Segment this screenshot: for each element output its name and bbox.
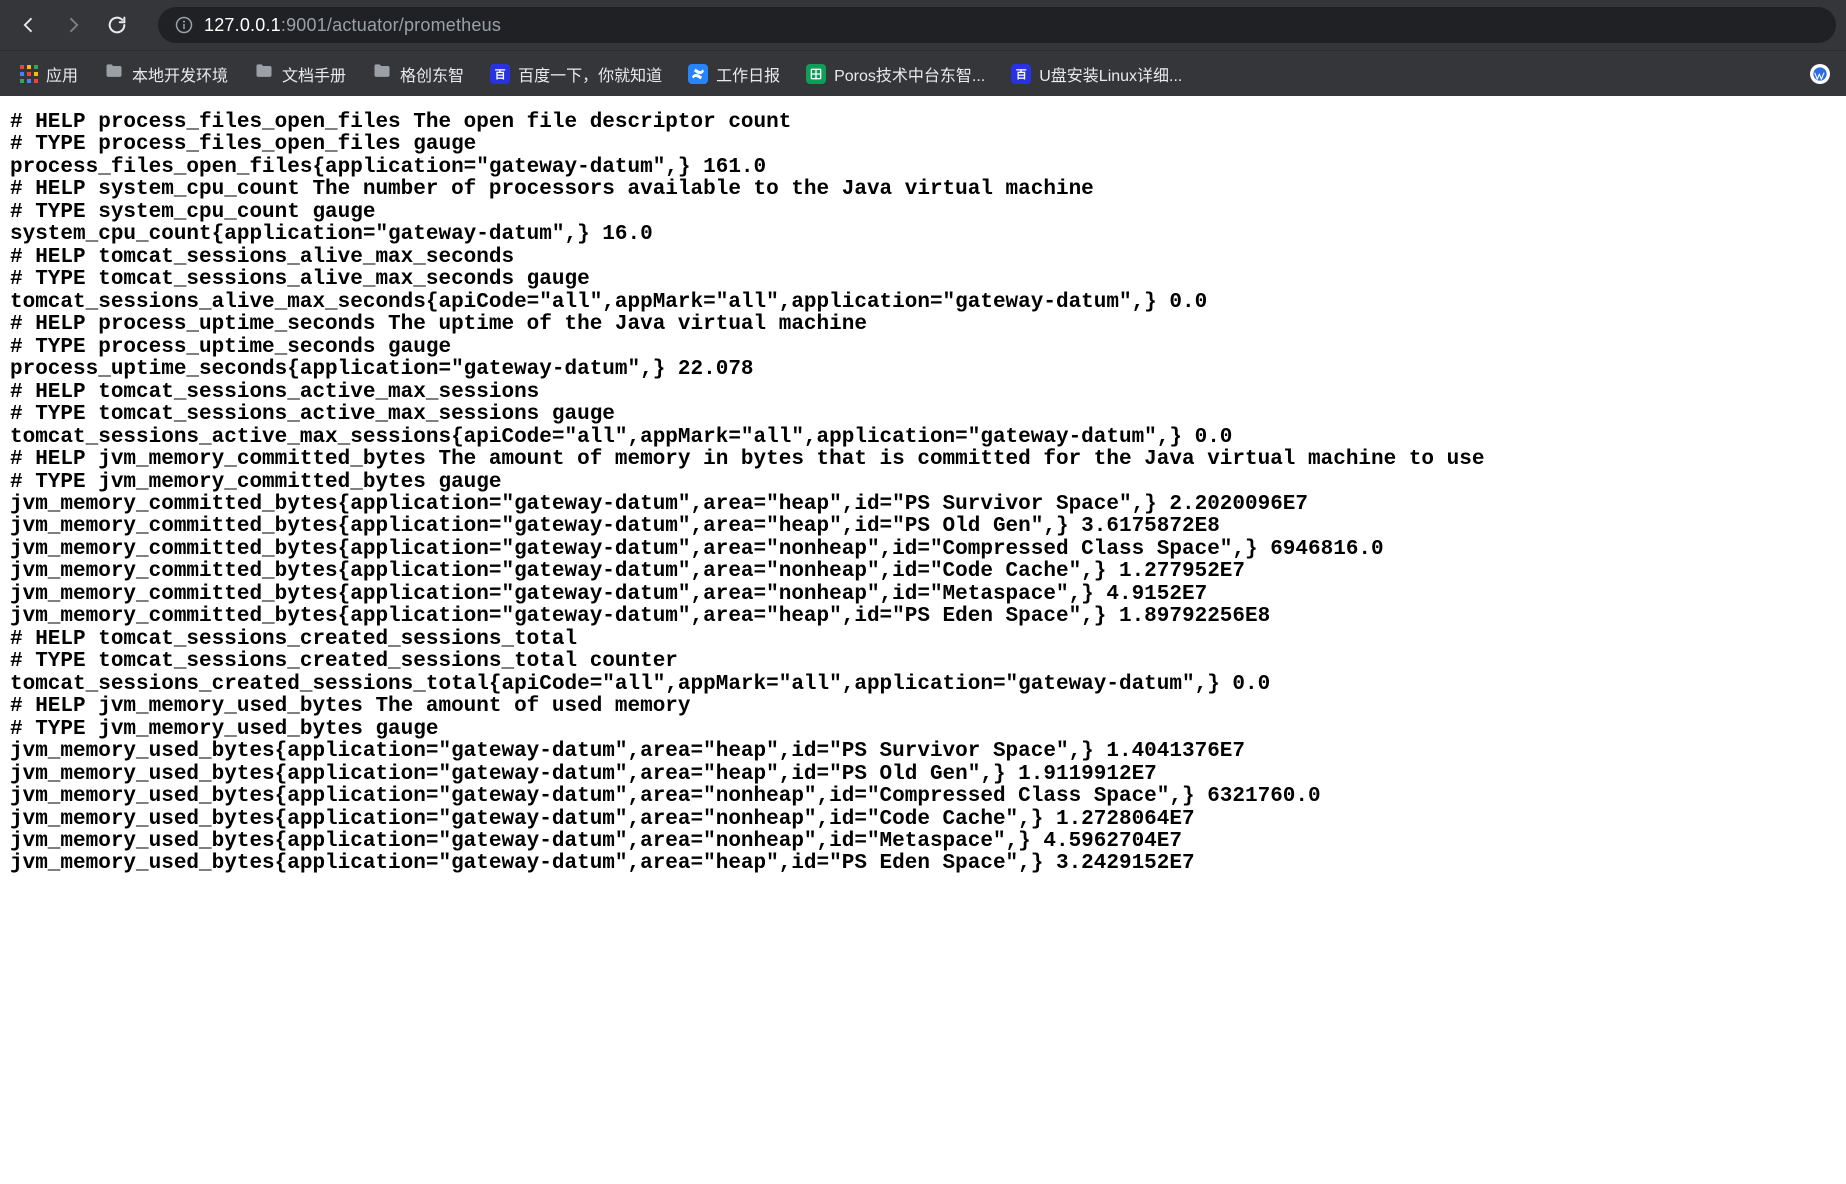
bookmark-label: 工作日报 [716,62,780,86]
url-text: 127.0.0.1:9001/actuator/prometheus [204,15,501,36]
sheet-icon [806,64,826,84]
bookmark-sheet[interactable]: Poros技术中台东智... [798,58,993,90]
prometheus-metrics: # HELP process_files_open_files The open… [0,96,1846,886]
baidu-icon: 百 [1011,64,1031,84]
folder-icon [254,61,274,86]
bookmark-label: 本地开发环境 [132,62,228,86]
bookmark-label: 文档手册 [282,62,346,86]
forward-button[interactable] [54,6,92,44]
bookmark-folder-gc[interactable]: 格创东智 [364,57,472,90]
folder-icon [372,61,392,86]
bookmark-confluence[interactable]: 工作日报 [680,58,788,90]
bookmark-label: U盘安装Linux详细... [1039,62,1182,86]
site-info-icon[interactable] [174,15,194,35]
folder-icon [104,61,124,86]
bookmark-label: Poros技术中台东智... [834,62,985,86]
bookmarks-bar: 应用 本地开发环境 文档手册 格创东智 百 百度一下，你就知道 工作日报 [0,50,1846,96]
apps-label: 应用 [46,62,78,86]
url-host: 127.0.0.1 [204,15,281,35]
bookmark-label: 格创东智 [400,62,464,86]
bookmark-baidu[interactable]: 百 百度一下，你就知道 [482,58,670,90]
browser-chrome: 127.0.0.1:9001/actuator/prometheus 应用 本地… [0,0,1846,96]
bookmark-linux-usb[interactable]: 百 U盘安装Linux详细... [1003,58,1190,90]
apps-shortcut[interactable]: 应用 [12,58,86,90]
confluence-icon [688,64,708,84]
baidu-icon: 百 [490,64,510,84]
address-bar[interactable]: 127.0.0.1:9001/actuator/prometheus [158,7,1836,43]
back-button[interactable] [10,6,48,44]
reload-button[interactable] [98,6,136,44]
bookmark-folder-local-dev[interactable]: 本地开发环境 [96,57,236,90]
toolbar: 127.0.0.1:9001/actuator/prometheus [0,0,1846,50]
bookmark-label: 百度一下，你就知道 [518,62,662,86]
apps-icon [20,65,38,83]
url-rest: :9001/actuator/prometheus [281,15,501,35]
bookmark-wordpress[interactable] [1806,60,1834,88]
wordpress-icon [1810,64,1830,84]
bookmark-folder-docs[interactable]: 文档手册 [246,57,354,90]
